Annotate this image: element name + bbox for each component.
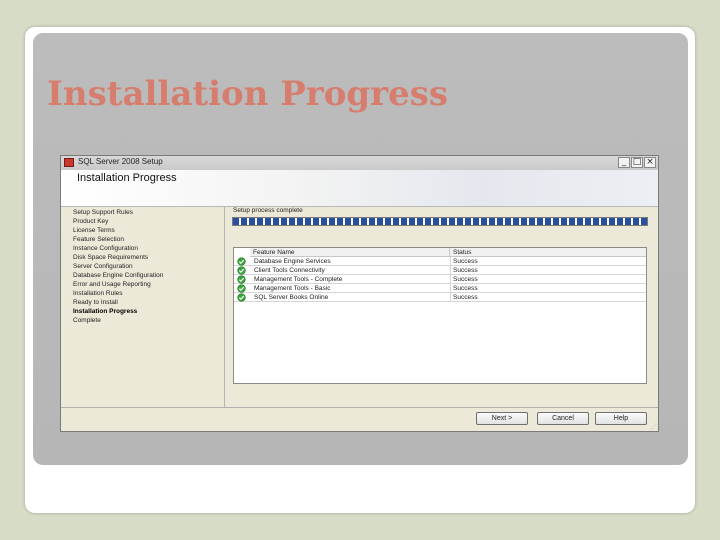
table-row[interactable]: SQL Server Books Online Success [234,293,646,302]
table-row[interactable]: Database Engine Services Success [234,257,646,266]
nav-step-database-engine-configuration: Database Engine Configuration [73,272,164,279]
check-icon [237,284,246,293]
check-icon [237,257,246,266]
column-divider [450,293,451,302]
progress-bar-fill [233,218,647,225]
help-button[interactable]: Help [595,412,647,425]
progress-bar [232,217,648,226]
nav-step-installation-progress: Installation Progress [73,308,138,315]
wizard-steps-nav: Setup Support Rules Product Key License Te… [61,207,225,407]
nav-step-instance-configuration: Instance Configuration [73,245,139,252]
nav-step-feature-selection: Feature Selection [73,236,124,243]
setup-window: SQL Server 2008 Setup _ □ × Installation… [60,155,659,432]
nav-step-complete: Complete [73,317,101,324]
status-cell: Success [453,294,478,301]
check-icon [237,293,246,302]
column-divider [450,257,451,266]
column-divider [450,275,451,284]
table-row[interactable]: Management Tools - Basic Success [234,284,646,293]
nav-step-installation-rules: Installation Rules [73,290,123,297]
minimize-button[interactable]: _ [618,157,630,168]
nav-step-disk-space-requirements: Disk Space Requirements [73,254,149,261]
feature-name-cell: Database Engine Services [254,258,331,265]
nav-step-ready-to-install: Ready to Install [73,299,118,306]
column-divider [450,266,451,275]
slide-title: Installation Progress [47,74,448,114]
column-header-feature[interactable]: Feature Name [250,248,450,257]
resize-grip-icon[interactable]: ⋰ [651,424,657,430]
feature-name-cell: Client Tools Connectivity [254,267,325,274]
progress-status-text: Setup process complete [233,207,303,214]
nav-step-server-configuration: Server Configuration [73,263,133,270]
status-cell: Success [453,285,478,292]
feature-name-cell: SQL Server Books Online [254,294,329,301]
window-titlebar[interactable]: SQL Server 2008 Setup _ □ × [61,156,658,171]
close-button[interactable]: × [644,157,656,168]
status-cell: Success [453,258,478,265]
table-row[interactable]: Management Tools - Complete Success [234,275,646,284]
check-icon [237,266,246,275]
cancel-button[interactable]: Cancel [537,412,589,425]
sql-server-app-icon [64,158,74,167]
feature-name-cell: Management Tools - Complete [254,276,343,283]
check-icon [237,275,246,284]
feature-status-table: Feature Name Status Database Engine Serv… [233,247,647,384]
column-header-status[interactable]: Status [450,248,646,257]
wizard-page-title: Installation Progress [77,172,177,184]
next-button[interactable]: Next > [476,412,528,425]
nav-step-product-key: Product Key [73,218,109,225]
window-title: SQL Server 2008 Setup [78,157,163,166]
status-cell: Success [453,276,478,283]
table-row[interactable]: Client Tools Connectivity Success [234,266,646,275]
nav-step-setup-support-rules: Setup Support Rules [73,209,133,216]
maximize-button[interactable]: □ [631,157,643,168]
footer-divider [61,407,658,408]
status-cell: Success [453,267,478,274]
wizard-header: Installation Progress [61,170,658,207]
nav-step-license-terms: License Terms [73,227,115,234]
nav-step-error-and-usage-reporting: Error and Usage Reporting [73,281,151,288]
column-divider [450,284,451,293]
feature-name-cell: Management Tools - Basic [254,285,331,292]
